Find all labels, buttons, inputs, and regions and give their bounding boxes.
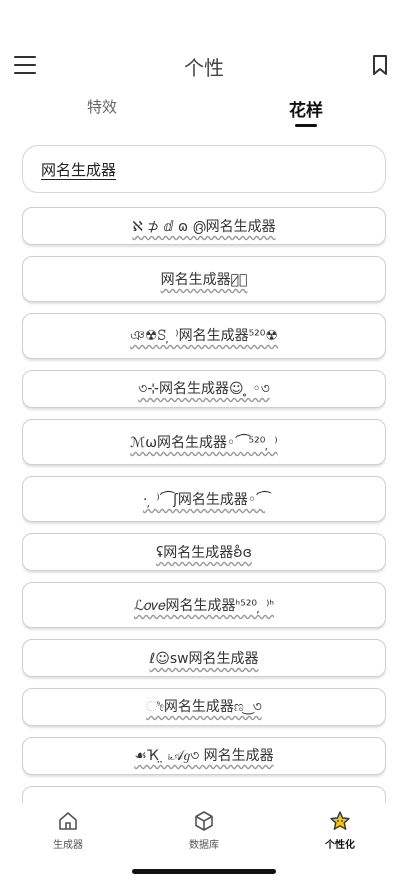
star-icon: [330, 811, 350, 830]
nav-database[interactable]: 数据库: [164, 810, 244, 851]
nav-generator[interactable]: 生成器: [28, 810, 108, 851]
bookmark-icon[interactable]: [372, 54, 388, 76]
home-indicator: [132, 869, 276, 874]
result-item[interactable]: ℓ☺sw网名生成器: [22, 639, 386, 677]
result-item[interactable]: ঞ☢ꕶ ̦ ⁾网名生成器⁵²⁰☢: [22, 313, 386, 359]
tab-pattern[interactable]: 花样: [266, 96, 346, 121]
result-item[interactable]: ℒ𝑜𝑣𝑒网名生成器ᑋ⁵²⁰ ̦ ⁾ᑋ: [22, 582, 386, 628]
result-item[interactable]: [22, 786, 386, 803]
name-input-value: 网名生成器: [41, 160, 117, 179]
cube-icon: [195, 811, 213, 831]
name-input[interactable]: 网名生成器: [22, 145, 386, 193]
tab-bar: 特效 花样: [0, 96, 408, 130]
app-header: 个性: [0, 48, 408, 84]
result-item[interactable]: ʢ网名生成器ʚ̊ɞ: [22, 533, 386, 571]
bottom-nav: 生成器 数据库 个性化: [0, 806, 408, 854]
result-item[interactable]: ☙Ҡ ̤ ᵢ𝒜𝑔৩ 网名生成器: [22, 737, 386, 775]
nav-personalize[interactable]: 个性化: [300, 810, 380, 851]
active-tab-indicator: [295, 124, 317, 127]
result-item[interactable]: · ̦ ⁾ ́ ͡ ʃ网名生成器◦ ́ ͡: [22, 476, 386, 522]
result-list: ℵ ⊅ ⅆ ɷ ൫网名生成器 网名生成器ঌ̷ঁ ঞ☢ꕶ ̦ ⁾网名生成器⁵²⁰☢…: [22, 207, 386, 803]
home-icon: [59, 812, 77, 830]
result-item[interactable]: 网名生成器ঌ̷ঁ: [22, 256, 386, 302]
result-item[interactable]: ೀ网名生成器ಣ ͜ ৩: [22, 688, 386, 726]
page-title: 个性: [184, 56, 224, 80]
tab-effect[interactable]: 特效: [62, 96, 142, 117]
result-item[interactable]: ℵ ⊅ ⅆ ɷ ൫网名生成器: [22, 207, 386, 245]
result-item[interactable]: ℳ⍵网名生成器◦ ́ ͡ ⁵²⁰ ̦ ⁾: [22, 419, 386, 465]
result-item[interactable]: ৩⊹网名生成器☺ ̥ ◦৩: [22, 370, 386, 408]
